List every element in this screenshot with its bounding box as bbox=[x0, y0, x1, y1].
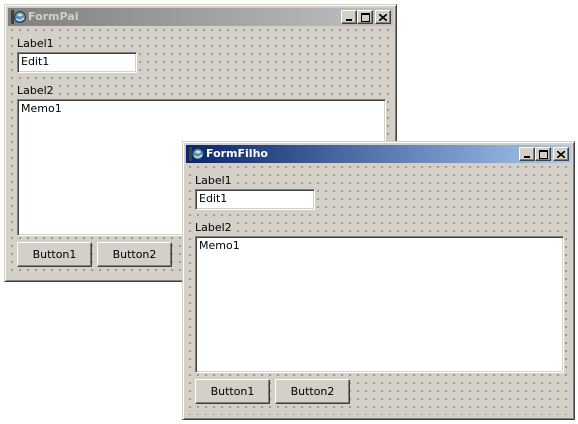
form-filho-window-controls bbox=[519, 147, 569, 161]
close-icon bbox=[557, 150, 565, 158]
form-pai-maximize-button[interactable] bbox=[357, 10, 373, 24]
form-filho-edit1[interactable]: Edit1 bbox=[195, 189, 315, 210]
form-pai-button2[interactable]: Button2 bbox=[97, 242, 172, 267]
delphi-app-icon bbox=[189, 147, 204, 161]
form-filho-title: FormFilho bbox=[206, 147, 268, 160]
form-filho-memo1[interactable]: Memo1 bbox=[195, 236, 564, 373]
form-filho-label1: Label1 bbox=[195, 174, 233, 187]
minimize-icon bbox=[346, 18, 352, 21]
maximize-icon bbox=[360, 12, 370, 22]
form-filho-titlebar[interactable]: FormFilho bbox=[186, 145, 571, 163]
form-filho-button2[interactable]: Button2 bbox=[275, 379, 350, 404]
form-pai-edit1[interactable]: Edit1 bbox=[17, 52, 137, 73]
form-filho-button1[interactable]: Button1 bbox=[195, 379, 270, 404]
form-pai-label1: Label1 bbox=[17, 37, 55, 50]
form-pai-minimize-button[interactable] bbox=[341, 10, 357, 24]
form-pai-label2: Label2 bbox=[17, 84, 55, 97]
form-filho-client-area: Label1 Edit1 Label2 Memo1 Button1 Button… bbox=[187, 164, 570, 415]
form-filho-maximize-button[interactable] bbox=[535, 147, 551, 161]
close-icon bbox=[379, 13, 387, 21]
minimize-icon bbox=[524, 155, 530, 158]
form-pai-titlebar[interactable]: FormPai bbox=[8, 8, 393, 26]
form-pai-window-controls bbox=[341, 10, 391, 24]
form-filho-window[interactable]: FormFilho Label1 Edit1 Label2 Memo1 Butt… bbox=[182, 141, 575, 420]
maximize-icon bbox=[538, 149, 548, 159]
form-filho-label2: Label2 bbox=[195, 221, 233, 234]
form-pai-title: FormPai bbox=[28, 10, 79, 23]
form-filho-minimize-button[interactable] bbox=[519, 147, 535, 161]
delphi-app-icon bbox=[11, 10, 26, 24]
form-pai-button1[interactable]: Button1 bbox=[17, 242, 92, 267]
form-filho-close-button[interactable] bbox=[553, 147, 569, 161]
form-pai-close-button[interactable] bbox=[375, 10, 391, 24]
